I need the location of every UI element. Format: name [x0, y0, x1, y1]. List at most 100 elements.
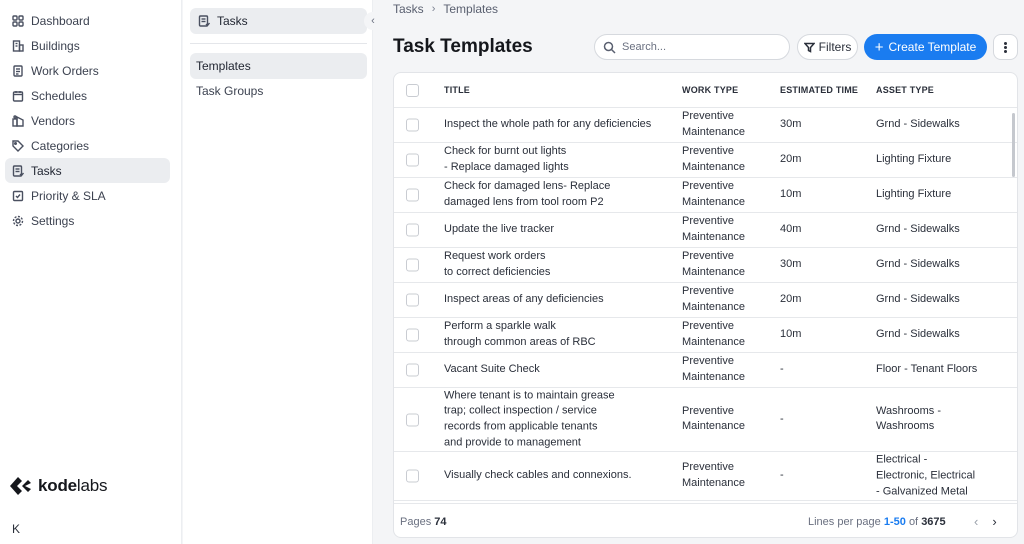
sidebar-nav-list: Dashboard Buildings Work Orders Schedules Ve… — [0, 0, 181, 233]
sidebar-item-label: Categories — [31, 138, 90, 153]
sidebar-item-categories[interactable]: Categories — [5, 133, 170, 158]
search-input[interactable] — [622, 41, 782, 53]
column-header-title[interactable]: TITLE — [444, 85, 470, 95]
table-body: Inspect the whole path for any deficienc… — [394, 108, 1017, 503]
row-checkbox[interactable] — [406, 413, 419, 426]
subnav-item-templates[interactable]: Templates — [190, 53, 367, 79]
row-work-type: Preventive Maintenance — [682, 145, 745, 173]
row-estimated-time: 30m — [780, 118, 802, 131]
row-work-type: Preventive Maintenance — [682, 250, 745, 278]
row-work-type: Preventive Maintenance — [682, 355, 745, 383]
subnav-header-label: Tasks — [217, 14, 248, 28]
sidebar-item-label: Settings — [31, 213, 75, 228]
row-asset-type: Floor - Tenant Floors — [876, 363, 978, 376]
more-options-button[interactable] — [993, 34, 1018, 60]
tasks-icon — [198, 15, 210, 27]
create-template-button[interactable]: + Create Template — [864, 34, 987, 60]
subnav-divider — [190, 43, 367, 44]
lines-per-page: Lines per page 1-50 of 3675 — [808, 515, 946, 528]
search-icon — [603, 41, 616, 54]
sidebar-item-label: Work Orders — [31, 63, 99, 78]
row-checkbox[interactable] — [406, 223, 419, 237]
table-scrollbar[interactable] — [1012, 113, 1015, 177]
row-asset-type: Grnd - Sidewalks — [876, 118, 960, 131]
row-asset-type: Grnd - Sidewalks — [876, 258, 960, 271]
calendar-icon — [12, 90, 24, 102]
row-estimated-time: - — [780, 469, 784, 482]
collapse-sidebar-button[interactable]: K — [12, 522, 20, 536]
row-work-type: Preventive Maintenance — [682, 215, 745, 243]
row-work-type: Preventive Maintenance — [682, 285, 745, 313]
sidebar-item-schedules[interactable]: Schedules — [5, 83, 170, 108]
row-estimated-time: 20m — [780, 153, 802, 166]
breadcrumb-tasks[interactable]: Tasks — [393, 2, 424, 16]
row-title: Visually check cables and connexions. — [444, 469, 632, 482]
sidebar-item-dashboard[interactable]: Dashboard — [5, 8, 170, 33]
search-box[interactable] — [594, 34, 790, 60]
pages-count: Pages 74 — [400, 515, 447, 528]
row-asset-type: Lighting Fixture — [876, 153, 952, 166]
sidebar-item-label: Dashboard — [31, 13, 90, 28]
filters-label: Filters — [818, 40, 852, 54]
table-row[interactable]: Update the live tracker Preventive Mainte… — [394, 213, 1017, 248]
row-estimated-time: 40m — [780, 223, 802, 236]
templates-table: TITLE WORK TYPE ESTIMATED TIME ASSET TYP… — [393, 72, 1018, 538]
sidebar-item-label: Priority & SLA — [31, 188, 106, 203]
row-checkbox[interactable] — [406, 188, 419, 202]
gear-icon — [12, 215, 24, 227]
pagination: ‹ › — [974, 514, 997, 529]
table-row[interactable]: Inspect areas of any deficiencies Prevent… — [394, 283, 1017, 318]
sidebar-item-buildings[interactable]: Buildings — [5, 33, 170, 58]
work-orders-icon — [12, 64, 24, 77]
dashboard-icon — [12, 14, 24, 27]
sidebar-item-tasks[interactable]: Tasks — [5, 158, 170, 183]
row-checkbox[interactable] — [406, 469, 419, 483]
row-work-type: Preventive Maintenance — [682, 320, 745, 348]
logo-text: kodelabs — [38, 476, 108, 495]
row-title: Check for damaged lens- Replace damaged … — [444, 180, 611, 208]
column-header-estimated-time[interactable]: ESTIMATED TIME — [780, 85, 858, 95]
sidebar-item-settings[interactable]: Settings — [5, 208, 170, 233]
sidebar-item-label: Schedules — [31, 88, 88, 103]
table-row[interactable]: Where tenant is to maintain grease trap;… — [394, 388, 1017, 452]
row-title: Inspect the whole path for any deficienc… — [444, 118, 652, 131]
row-checkbox[interactable] — [406, 258, 419, 272]
filters-button[interactable]: Filters — [797, 34, 858, 60]
row-checkbox[interactable] — [406, 293, 419, 307]
row-checkbox[interactable] — [406, 363, 419, 377]
select-all-checkbox[interactable] — [406, 83, 419, 97]
page-title: Task Templates — [393, 36, 533, 57]
row-checkbox[interactable] — [406, 153, 419, 167]
row-title: Perform a sparkle walk through common ar… — [444, 320, 596, 348]
table-row[interactable]: Inspect the whole path for any deficienc… — [394, 108, 1017, 143]
sidebar-item-vendors[interactable]: Vendors — [5, 108, 170, 133]
priority-icon — [12, 190, 24, 202]
collapse-subnav-button[interactable]: ‹ — [364, 12, 382, 30]
row-title: Vacant Suite Check — [444, 363, 540, 376]
column-header-asset-type[interactable]: ASSET TYPE — [876, 85, 934, 95]
row-checkbox[interactable] — [406, 328, 419, 342]
sidebar-item-priority-sla[interactable]: Priority & SLA — [5, 183, 170, 208]
kodelabs-logo: kodelabs — [7, 473, 107, 499]
sidebar-item-label: Buildings — [31, 38, 80, 53]
table-row[interactable]: Request work orders to correct deficienc… — [394, 248, 1017, 283]
row-work-type: Preventive Maintenance — [682, 180, 745, 208]
table-row[interactable]: Vacant Suite Check Preventive Maintenance… — [394, 353, 1017, 388]
table-row[interactable]: Visually check cables and connexions. Pre… — [394, 452, 1017, 501]
vendors-icon — [12, 114, 24, 127]
lines-range[interactable]: 1-50 — [884, 516, 906, 528]
table-row[interactable]: Check for damaged lens- Replace damaged … — [394, 178, 1017, 213]
subnav-item-task-groups[interactable]: Task Groups — [190, 78, 367, 104]
table-row[interactable]: Check for burnt out lights - Replace dam… — [394, 143, 1017, 178]
row-checkbox[interactable] — [406, 118, 419, 132]
next-page-button[interactable]: › — [992, 514, 996, 529]
table-footer: Pages 74 Lines per page 1-50 of 3675 ‹ › — [394, 503, 1017, 537]
table-row[interactable]: Perform a sparkle walk through common ar… — [394, 318, 1017, 353]
sidebar-item-work-orders[interactable]: Work Orders — [5, 58, 170, 83]
previous-page-button[interactable]: ‹ — [974, 514, 978, 529]
row-work-type: Preventive Maintenance — [682, 461, 745, 489]
row-asset-type: Washrooms - Washrooms — [876, 404, 941, 433]
row-asset-type: Lighting Fixture — [876, 188, 952, 201]
column-header-work-type[interactable]: WORK TYPE — [682, 85, 738, 95]
row-estimated-time: - — [780, 363, 784, 376]
